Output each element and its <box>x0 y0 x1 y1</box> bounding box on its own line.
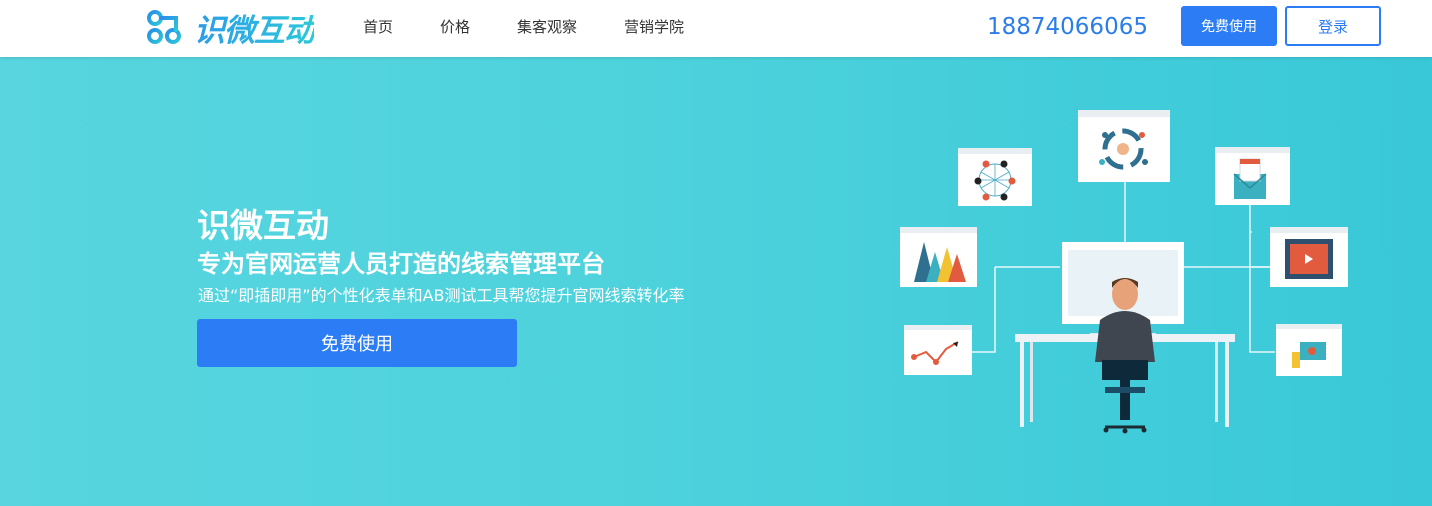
logo-mark-icon <box>147 10 181 44</box>
hero-cta-button[interactable]: 免费使用 <box>197 319 517 367</box>
window-network <box>1078 110 1170 182</box>
nav-item-pricing[interactable]: 价格 <box>440 17 470 37</box>
hero-title: 识微互动 <box>197 206 329 245</box>
hero-subtitle: 专为官网运营人员打造的线索管理平台 <box>197 250 605 278</box>
phone-number: 18874066065 <box>987 14 1148 40</box>
nav-item-academy[interactable]: 营销学院 <box>624 17 684 37</box>
nav-item-home[interactable]: 首页 <box>363 17 393 37</box>
logo[interactable]: 识微互动 <box>146 5 315 50</box>
nav-item-observation[interactable]: 集客观察 <box>517 17 577 37</box>
workspace-illustration <box>900 110 1348 434</box>
free-use-button[interactable]: 免费使用 <box>1181 6 1277 46</box>
hero-description: 通过“即插即用”的个性化表单和AB测试工具帮您提升官网线索转化率 <box>198 286 685 305</box>
top-navbar: 识微互动 首页 价格 集客观察 营销学院 18874066065 免费使用 登录 <box>0 0 1432 57</box>
hero-banner: 识微互动 专为官网运营人员打造的线索管理平台 通过“即插即用”的个性化表单和AB… <box>0 57 1432 506</box>
main-nav: 首页 价格 集客观察 营销学院 <box>363 17 731 37</box>
logo-text: 识微互动 <box>194 5 315 50</box>
login-button[interactable]: 登录 <box>1285 6 1381 46</box>
